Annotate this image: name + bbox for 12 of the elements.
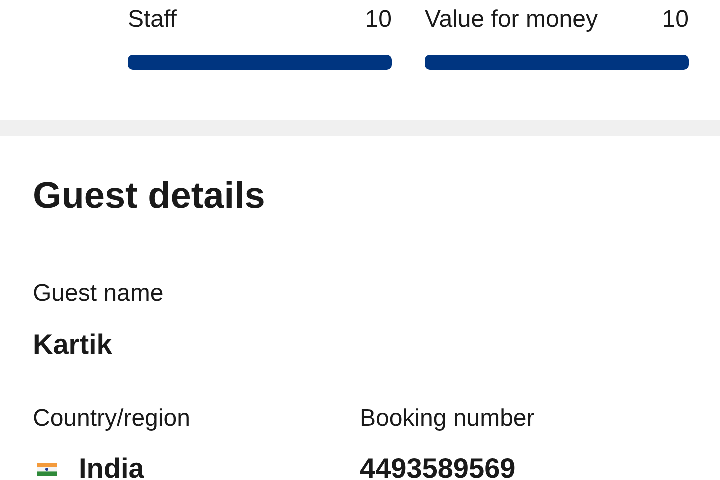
rating-score: 10 (662, 5, 689, 35)
rating-label: Staff (128, 5, 177, 35)
field-value: Kartik (33, 329, 114, 361)
rating-label: Value for money (425, 5, 598, 35)
field-value: India (79, 455, 144, 480)
field-label: Booking number (360, 405, 536, 433)
field-value: 4493589569 (360, 455, 517, 480)
rating-score: 10 (365, 5, 392, 35)
field-label: Guest name (33, 280, 164, 308)
section-heading: Guest details (33, 176, 266, 216)
field-label: Country/region (33, 405, 192, 433)
flag-icon (37, 462, 57, 476)
